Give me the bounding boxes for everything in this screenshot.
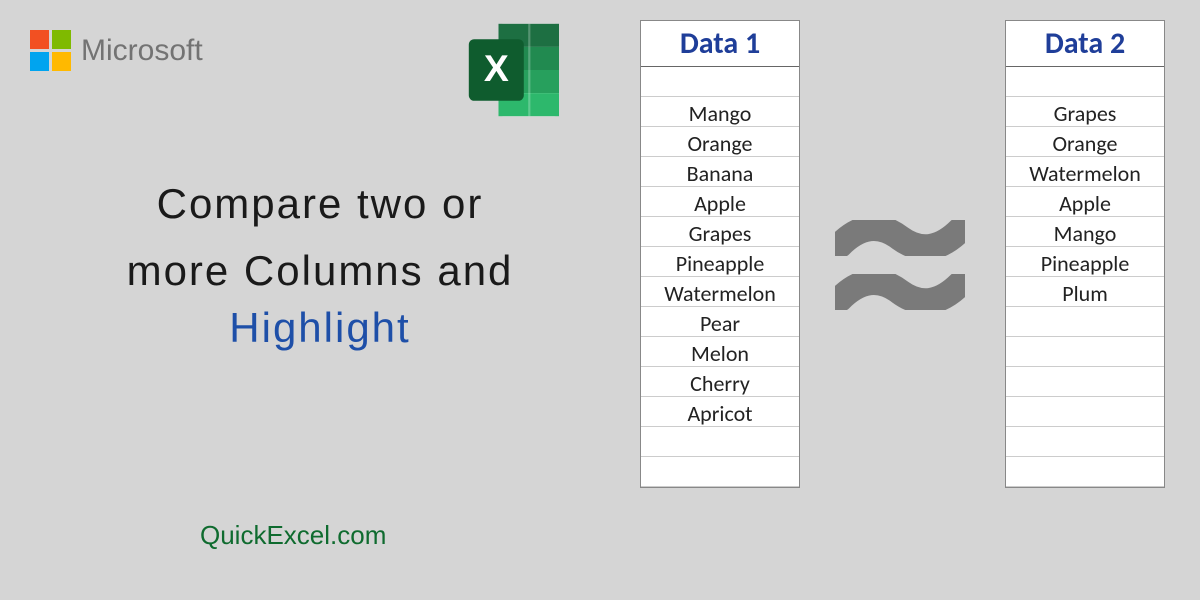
title-line2: more Columns and [60,237,580,304]
table-row: Mango [1006,217,1164,247]
svg-text:X: X [484,47,509,89]
data-table-2: Data 2 Grapes Orange Watermelon Apple Ma… [1005,20,1165,488]
table-row: Pineapple [641,247,799,277]
excel-icon: X [460,15,570,130]
table-row [641,457,799,487]
title-highlight: Highlight [60,304,580,352]
table-row [641,427,799,457]
table-row [1006,427,1164,457]
table-row [1006,457,1164,487]
table-row [1006,337,1164,367]
table-row: Watermelon [641,277,799,307]
table2-header: Data 2 [1006,21,1164,67]
microsoft-squares-icon [30,30,71,71]
data-table-1: Data 1 Mango Orange Banana Apple Grapes … [640,20,800,488]
table-row: Apricot [641,397,799,427]
table-row: Orange [1006,127,1164,157]
table-row: Mango [641,97,799,127]
table-row: Apple [1006,187,1164,217]
microsoft-logo: Microsoft [30,30,203,71]
table-row: Grapes [641,217,799,247]
table-row [641,67,799,97]
table-row: Plum [1006,277,1164,307]
table-row: Watermelon [1006,157,1164,187]
table-row: Melon [641,337,799,367]
table-row: Grapes [1006,97,1164,127]
page-title: Compare two or more Columns and Highligh… [60,170,580,352]
table-row [1006,397,1164,427]
table-row: Cherry [641,367,799,397]
table-row: Pear [641,307,799,337]
table-row: Banana [641,157,799,187]
title-line1: Compare two or [60,170,580,237]
table1-header: Data 1 [641,21,799,67]
table-row [1006,67,1164,97]
approximately-equal-icon [835,220,965,310]
table-row: Pineapple [1006,247,1164,277]
table-row: Apple [641,187,799,217]
table-row [1006,307,1164,337]
microsoft-text: Microsoft [81,34,203,68]
table-row: Orange [641,127,799,157]
table-row [1006,367,1164,397]
website-label: QuickExcel.com [200,520,386,551]
